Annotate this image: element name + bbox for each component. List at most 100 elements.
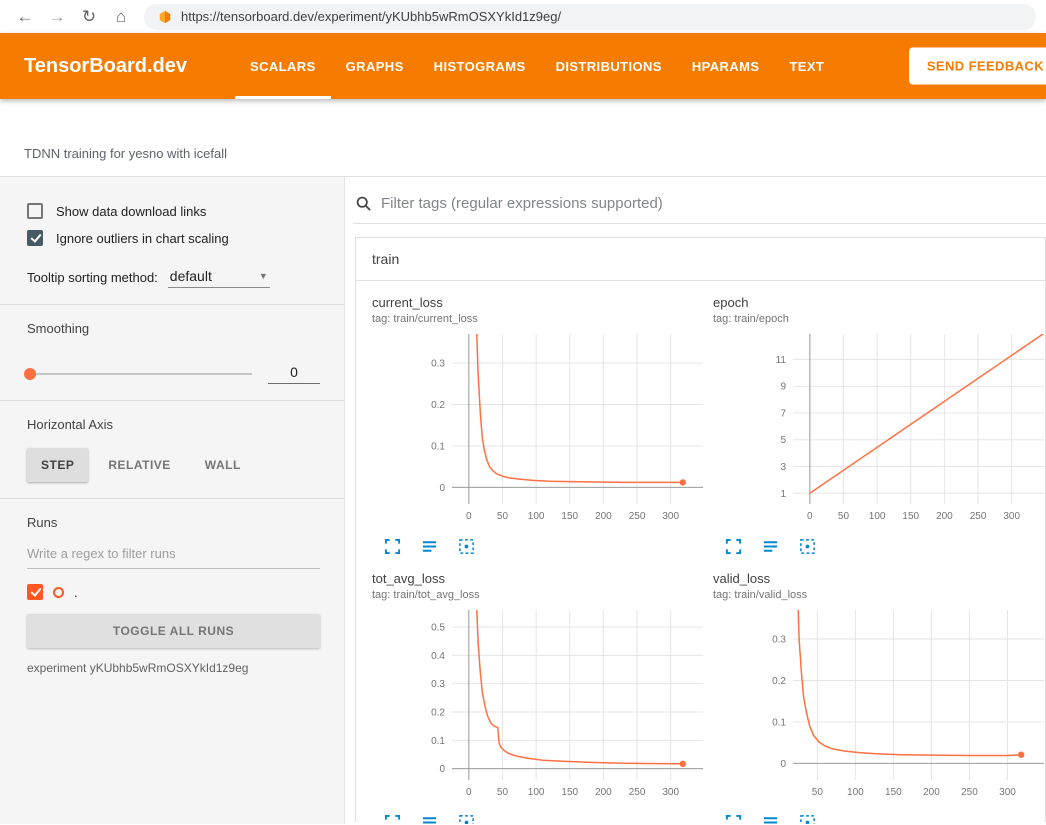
fit-to-data-icon[interactable] [799, 537, 817, 555]
svg-text:200: 200 [936, 511, 953, 522]
svg-text:0: 0 [466, 511, 472, 522]
tab-hparams[interactable]: HPARAMS [677, 33, 775, 99]
relative-button[interactable]: RELATIVE [94, 448, 184, 482]
chart-tag: tag: train/epoch [713, 313, 1046, 325]
tooltip-sorting-value: default [170, 268, 212, 284]
toggle-all-runs-button[interactable]: TOGGLE ALL RUNS [27, 614, 320, 648]
svg-text:300: 300 [662, 511, 679, 522]
chart-canvas[interactable]: 05010015020025030000.10.20.3 [372, 330, 707, 530]
run-name: . [74, 585, 78, 600]
tab-histograms[interactable]: HISTOGRAMS [419, 33, 541, 99]
tensorboard-logo-icon [158, 10, 172, 24]
fullscreen-icon[interactable] [384, 813, 402, 824]
horizontal-lines-icon[interactable] [762, 537, 780, 555]
sidebar-divider [0, 400, 344, 401]
svg-text:200: 200 [595, 787, 612, 798]
forward-arrow-icon[interactable]: → [42, 3, 72, 31]
tooltip-sorting-select[interactable]: default ▼ [168, 268, 270, 288]
address-bar[interactable]: https://tensorboard.dev/experiment/yKUbh… [144, 4, 1036, 30]
smoothing-label: Smoothing [27, 321, 320, 336]
svg-text:0.2: 0.2 [431, 708, 445, 719]
fullscreen-icon[interactable] [384, 537, 402, 555]
tab-graphs[interactable]: GRAPHS [331, 33, 419, 99]
chart-canvas[interactable]: 05010015020025030000.10.20.30.40.5 [372, 606, 707, 806]
svg-text:300: 300 [999, 787, 1016, 798]
svg-text:0: 0 [439, 483, 445, 494]
tooltip-sorting-label: Tooltip sorting method: [27, 270, 158, 288]
svg-text:0.4: 0.4 [431, 651, 445, 662]
app-header: TensorBoard.dev SCALARS GRAPHS HISTOGRAM… [0, 33, 1046, 99]
svg-text:100: 100 [528, 511, 545, 522]
home-icon[interactable]: ⌂ [106, 3, 136, 31]
svg-text:100: 100 [528, 787, 545, 798]
svg-text:0.1: 0.1 [431, 441, 445, 452]
runs-filter-input[interactable] [27, 538, 320, 569]
chart-card-epoch: epoch tag: train/epoch 05010015020025030… [713, 295, 1046, 555]
ignore-outliers-label: Ignore outliers in chart scaling [56, 231, 229, 246]
run-color-swatch-icon [53, 587, 64, 598]
step-button[interactable]: STEP [27, 448, 88, 482]
wall-button[interactable]: WALL [191, 448, 255, 482]
smoothing-value[interactable]: 0 [268, 364, 320, 384]
svg-text:0: 0 [780, 759, 786, 770]
chart-tag: tag: train/tot_avg_loss [372, 589, 707, 601]
svg-text:0.1: 0.1 [431, 736, 445, 747]
horizontal-lines-icon[interactable] [421, 537, 439, 555]
svg-text:0: 0 [439, 764, 445, 775]
show-download-checkbox[interactable] [27, 203, 43, 219]
search-icon [355, 195, 372, 212]
tab-scalars[interactable]: SCALARS [235, 33, 331, 99]
fullscreen-icon[interactable] [725, 813, 743, 824]
svg-text:200: 200 [923, 787, 940, 798]
svg-text:0: 0 [807, 511, 813, 522]
svg-text:300: 300 [662, 787, 679, 798]
chart-tag: tag: train/current_loss [372, 313, 707, 325]
tag-filter-row [353, 187, 1046, 224]
chart-title: valid_loss [713, 571, 1046, 586]
experiment-title: TDNN training for yesno with icefall [24, 146, 227, 161]
horizontal-lines-icon[interactable] [762, 813, 780, 824]
svg-text:1: 1 [780, 489, 786, 500]
svg-text:250: 250 [629, 511, 646, 522]
svg-text:3: 3 [780, 462, 786, 473]
reload-icon[interactable]: ↻ [74, 3, 104, 31]
ignore-outliers-checkbox[interactable] [27, 230, 43, 246]
svg-text:0.1: 0.1 [772, 717, 786, 728]
svg-text:9: 9 [780, 382, 786, 393]
svg-text:0.3: 0.3 [431, 359, 445, 370]
smoothing-slider-thumb[interactable] [24, 368, 36, 380]
chart-canvas[interactable]: 0501001502002503001357911 [713, 330, 1046, 530]
horizontal-lines-icon[interactable] [421, 813, 439, 824]
smoothing-slider[interactable] [27, 373, 252, 375]
fit-to-data-icon[interactable] [458, 813, 476, 824]
tab-text[interactable]: TEXT [774, 33, 839, 99]
fit-to-data-icon[interactable] [458, 537, 476, 555]
svg-text:50: 50 [812, 787, 824, 798]
svg-text:100: 100 [847, 787, 864, 798]
url-text: https://tensorboard.dev/experiment/yKUbh… [181, 9, 561, 24]
svg-text:300: 300 [1003, 511, 1020, 522]
svg-text:150: 150 [561, 511, 578, 522]
fit-to-data-icon[interactable] [799, 813, 817, 824]
chart-canvas[interactable]: 5010015020025030000.10.20.3 [713, 606, 1046, 806]
ignore-outliers-row: Ignore outliers in chart scaling [27, 230, 320, 246]
svg-text:150: 150 [885, 787, 902, 798]
send-feedback-button[interactable]: SEND FEEDBACK [909, 48, 1046, 85]
fullscreen-icon[interactable] [725, 537, 743, 555]
group-header-train[interactable]: train [356, 238, 1045, 281]
svg-text:200: 200 [595, 511, 612, 522]
tag-filter-input[interactable] [381, 195, 1046, 212]
svg-text:11: 11 [776, 355, 787, 366]
runs-label: Runs [27, 515, 320, 530]
run-row: . [27, 584, 320, 600]
main-nav: SCALARS GRAPHS HISTOGRAMS DISTRIBUTIONS … [235, 33, 839, 99]
chart-card-tot-avg-loss: tot_avg_loss tag: train/tot_avg_loss 050… [372, 571, 707, 824]
run-checkbox[interactable] [27, 584, 43, 600]
svg-text:0.2: 0.2 [772, 676, 786, 687]
svg-text:250: 250 [961, 787, 978, 798]
svg-text:0.5: 0.5 [431, 623, 445, 634]
tab-distributions[interactable]: DISTRIBUTIONS [541, 33, 677, 99]
horizontal-axis-label: Horizontal Axis [27, 417, 320, 432]
chevron-down-icon: ▼ [259, 271, 268, 281]
back-arrow-icon[interactable]: ← [10, 3, 40, 31]
